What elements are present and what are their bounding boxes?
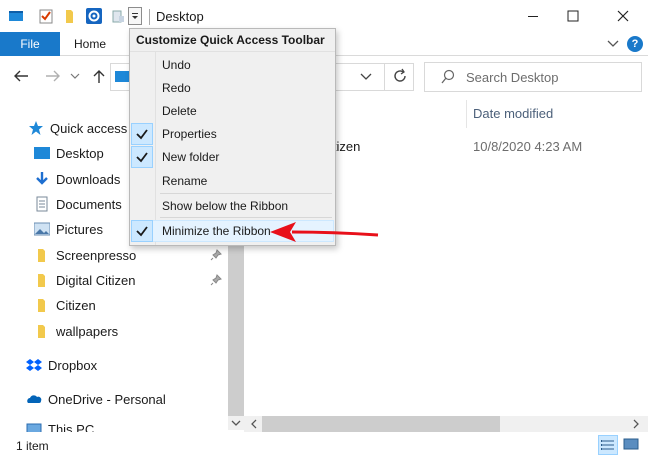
customize-toolbar-dropdown-button[interactable] (128, 7, 142, 25)
documents-icon (34, 196, 50, 212)
menu-item-label: Minimize the Ribbon (162, 224, 271, 238)
details-view-button[interactable] (598, 435, 618, 455)
annotation-arrow-icon (268, 218, 380, 249)
sidebar-item-label: Screenpresso (56, 247, 137, 263)
sidebar-item-digital-citizen[interactable]: Digital Citizen (34, 269, 135, 291)
sidebar-item-label: OneDrive - Personal (48, 391, 166, 407)
minimize-icon (528, 16, 538, 17)
sidebar-item-wallpapers[interactable]: wallpapers (34, 320, 118, 342)
item-count: 1 item (16, 439, 49, 453)
sidebar-item-desktop[interactable]: Desktop (34, 142, 104, 164)
pictures-icon (33, 221, 51, 237)
sidebar-item-documents[interactable]: Documents (34, 193, 122, 215)
sidebar-item-quick-access[interactable]: Quick access (28, 117, 127, 139)
new-folder-icon[interactable] (62, 8, 78, 24)
menu-item-redo[interactable]: Redo (130, 77, 335, 99)
file-row-date: 10/8/2020 4:23 AM (473, 139, 583, 154)
column-header-date-modified[interactable]: Date modified (473, 106, 553, 121)
pin-icon[interactable] (210, 249, 222, 264)
sidebar-item-label: Downloads (56, 171, 121, 187)
sidebar-item-pictures[interactable]: Pictures (33, 218, 103, 240)
large-icons-view-icon (623, 438, 639, 450)
close-button[interactable] (600, 0, 646, 32)
menu-item-rename[interactable]: Rename (130, 170, 335, 192)
downloads-icon (34, 171, 50, 187)
rename-icon[interactable] (110, 8, 126, 24)
menu-item-delete[interactable]: Delete (130, 100, 335, 122)
sidebar-item-downloads[interactable]: Downloads (34, 168, 120, 190)
sidebar-item-label: wallpapers (56, 323, 119, 339)
maximize-button[interactable] (550, 0, 596, 32)
sidebar-item-label: Desktop (56, 145, 104, 161)
desktop-folder-icon (34, 145, 50, 161)
menu-title: Customize Quick Access Toolbar (136, 33, 325, 47)
recent-locations-chevron-icon[interactable] (70, 70, 80, 84)
menu-item-new-folder[interactable]: New folder (130, 146, 335, 168)
window-title: Desktop (156, 9, 204, 24)
menu-item-label: Rename (162, 174, 208, 188)
sidebar-item-label: Citizen (56, 297, 96, 313)
maximize-icon (567, 10, 579, 22)
sidebar-item-label: Pictures (56, 221, 103, 237)
menu-item-label: Show below the Ribbon (162, 199, 289, 213)
folder-icon (34, 323, 50, 339)
help-button[interactable]: ? (627, 36, 643, 52)
forward-arrow-icon[interactable] (44, 68, 62, 87)
address-history-chevron-icon[interactable] (360, 71, 372, 85)
status-bar (0, 432, 648, 458)
sidebar-item-label: Digital Citizen (56, 272, 136, 288)
menu-item-properties[interactable]: Properties (130, 123, 335, 145)
sidebar-item-label: Dropbox (48, 357, 98, 373)
tab-home[interactable]: Home (74, 37, 106, 51)
expand-ribbon-chevron-icon[interactable] (606, 37, 620, 54)
close-icon (617, 10, 629, 22)
chevron-down-icon (132, 13, 138, 19)
pc-icon (26, 422, 42, 432)
horizontal-scroll-thumb[interactable] (262, 416, 500, 432)
column-divider[interactable] (466, 100, 467, 128)
search-icon (440, 69, 456, 88)
sidebar-item-citizen[interactable]: Citizen (34, 294, 96, 316)
folder-icon (34, 297, 50, 313)
dropbox-icon (26, 357, 42, 373)
pin-icon[interactable] (210, 274, 222, 289)
back-arrow-icon[interactable] (12, 68, 30, 87)
refresh-icon[interactable] (392, 68, 408, 87)
menu-separator (160, 193, 332, 194)
menu-header-divider (130, 51, 335, 52)
search-placeholder: Search Desktop (466, 70, 559, 85)
onedrive-icon (26, 391, 42, 407)
menu-item-label: Redo (162, 81, 191, 95)
menu-item-label: Undo (162, 58, 191, 72)
sidebar-item-this-pc[interactable]: This PC (26, 422, 94, 432)
sidebar-item-dropbox[interactable]: Dropbox (26, 354, 97, 376)
sidebar-item-label: Quick access (50, 120, 128, 136)
properties-icon[interactable] (38, 8, 54, 24)
title-separator (149, 9, 150, 25)
address-divider (384, 63, 385, 91)
scroll-down-chevron-icon[interactable] (229, 416, 243, 433)
menu-item-label: New folder (162, 150, 220, 164)
settings-gear-icon[interactable] (86, 8, 102, 24)
menu-item-label: Properties (162, 127, 217, 141)
sidebar-item-onedrive[interactable]: OneDrive - Personal (26, 388, 166, 410)
details-view-icon (601, 440, 614, 450)
sidebar-item-label: This PC (48, 422, 95, 432)
explorer-window-icon (8, 8, 24, 24)
large-icons-view-button[interactable] (622, 435, 642, 455)
folder-icon (34, 272, 50, 288)
up-arrow-icon[interactable] (91, 68, 107, 87)
menu-item-label: Delete (162, 104, 197, 118)
tab-file[interactable]: File (0, 32, 60, 56)
menu-item-show-below-ribbon[interactable]: Show below the Ribbon (130, 195, 335, 217)
sidebar-item-label: Documents (56, 196, 122, 212)
menu-item-undo[interactable]: Undo (130, 54, 335, 76)
sidebar-item-screenpresso[interactable]: Screenpresso (34, 244, 136, 266)
folder-icon (34, 247, 50, 263)
star-icon (28, 120, 44, 136)
